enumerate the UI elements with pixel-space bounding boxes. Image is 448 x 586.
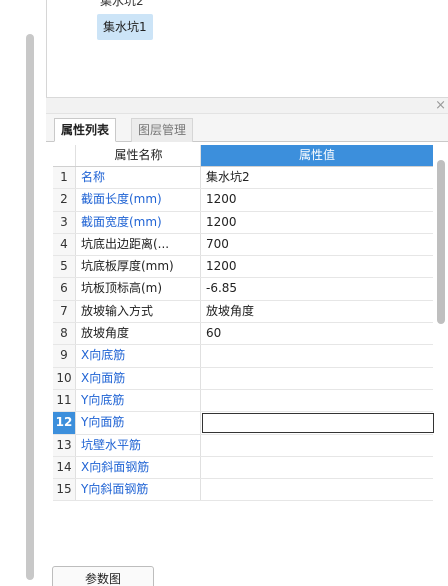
tree-item[interactable]: 集水坑2 — [100, 0, 144, 9]
row-number: 12 — [53, 412, 76, 434]
table-row[interactable]: 9 X向底筋 — [53, 345, 433, 368]
property-value[interactable]: 放坡角度 — [201, 301, 433, 322]
table-row[interactable]: 1 名称 集水坑2 — [53, 167, 433, 190]
table-row[interactable]: 11 Y向底筋 — [53, 389, 433, 413]
property-name[interactable]: Y向底筋 — [77, 389, 201, 412]
row-number: 15 — [53, 479, 76, 501]
table-row[interactable]: 10 X向面筋 — [53, 367, 433, 390]
table-row[interactable]: 14 X向斜面钢筋 — [53, 456, 433, 480]
property-value[interactable]: 1200 — [201, 189, 433, 210]
table-row[interactable]: 2 截面长度(mm) 1200 — [53, 189, 433, 212]
row-number: 8 — [53, 323, 76, 345]
property-name[interactable]: X向斜面钢筋 — [77, 456, 201, 479]
property-value[interactable] — [201, 345, 433, 366]
row-number: 13 — [53, 434, 76, 456]
close-icon[interactable]: × — [435, 97, 446, 114]
property-value[interactable] — [201, 368, 433, 389]
property-grid: 属性名称 属性值 1 名称 集水坑2 2 截面长度(mm) 1200 3 截面宽度(mm) 12… — [53, 145, 434, 502]
outer-scrollbar[interactable] — [26, 34, 34, 580]
header-num-cell — [53, 145, 76, 166]
property-name[interactable]: X向底筋 — [77, 345, 201, 367]
table-row[interactable]: 7 放坡输入方式 放坡角度 — [53, 300, 433, 324]
table-row[interactable]: 5 坑底板厚度(mm) 1200 — [53, 256, 433, 279]
table-row[interactable]: 12 Y向面筋 — [53, 412, 434, 435]
property-name[interactable]: 截面长度(mm) — [77, 189, 201, 211]
parameter-diagram-button[interactable]: 参数图 — [52, 566, 154, 586]
value-edit-field[interactable] — [202, 413, 434, 434]
table-row[interactable]: 15 Y向斜面钢筋 — [53, 479, 433, 502]
property-value[interactable] — [201, 479, 433, 500]
grid-header: 属性名称 属性值 — [53, 145, 433, 167]
property-panel-window: 集水坑2 集水坑1 × 属性列表 图层管理 属性名称 属性值 1 名称 集水坑2 2 截… — [0, 0, 448, 586]
row-number: 4 — [53, 233, 76, 256]
row-number: 11 — [53, 389, 76, 412]
property-value[interactable]: 1200 — [201, 256, 433, 277]
grid-scrollbar[interactable] — [437, 160, 445, 324]
property-value[interactable] — [201, 390, 433, 411]
property-name[interactable]: X向面筋 — [77, 367, 201, 389]
property-name[interactable]: Y向面筋 — [77, 412, 201, 434]
table-row[interactable]: 13 坑壁水平筋 — [53, 434, 433, 457]
panel-tabs: 属性列表 图层管理 — [46, 114, 448, 142]
property-name[interactable]: 截面宽度(mm) — [77, 211, 201, 233]
header-name-cell: 属性名称 — [77, 145, 201, 166]
property-name[interactable]: 放坡角度 — [77, 323, 201, 345]
panel-divider[interactable]: × — [46, 97, 448, 114]
property-value[interactable]: 700 — [201, 234, 433, 255]
tree-item-selected[interactable]: 集水坑1 — [97, 14, 153, 40]
header-value-cell: 属性值 — [201, 145, 433, 166]
row-number: 9 — [53, 345, 76, 367]
row-number: 2 — [53, 189, 76, 211]
row-number: 5 — [53, 256, 76, 278]
property-value[interactable] — [201, 457, 433, 478]
property-name[interactable]: 坑壁水平筋 — [77, 434, 201, 456]
row-number: 14 — [53, 456, 76, 479]
property-name[interactable]: 名称 — [77, 167, 201, 189]
row-number: 6 — [53, 278, 76, 300]
table-row[interactable]: 6 坑板顶标高(m) -6.85 — [53, 278, 433, 301]
property-name[interactable]: Y向斜面钢筋 — [77, 479, 201, 501]
row-number: 3 — [53, 211, 76, 233]
row-number: 7 — [53, 300, 76, 323]
property-name[interactable]: 坑底板厚度(mm) — [77, 256, 201, 278]
table-row[interactable]: 4 坑底出边距离(... 700 — [53, 233, 433, 257]
tab-property-list[interactable]: 属性列表 — [54, 118, 117, 142]
table-row[interactable]: 3 截面宽度(mm) 1200 — [53, 211, 433, 234]
tab-layer-management[interactable]: 图层管理 — [131, 118, 194, 142]
property-value[interactable]: 60 — [201, 323, 433, 344]
table-row[interactable]: 8 放坡角度 60 — [53, 323, 433, 346]
row-number: 10 — [53, 367, 76, 389]
property-value[interactable]: 1200 — [201, 212, 433, 233]
property-value[interactable]: -6.85 — [201, 278, 433, 299]
component-tree-panel: 集水坑2 集水坑1 — [46, 0, 448, 97]
property-name[interactable]: 坑板顶标高(m) — [77, 278, 201, 300]
row-number: 1 — [53, 167, 76, 189]
property-name[interactable]: 坑底出边距离(... — [77, 233, 201, 256]
property-name[interactable]: 放坡输入方式 — [77, 300, 201, 323]
property-value[interactable]: 集水坑2 — [201, 167, 433, 188]
property-value[interactable] — [201, 435, 433, 456]
